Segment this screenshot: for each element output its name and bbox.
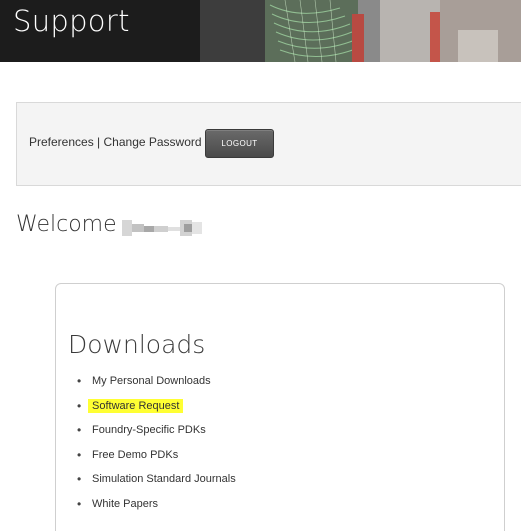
bullet-icon: • [77,423,82,437]
list-item: • Free Demo PDKs [77,447,236,472]
bullet-icon: • [77,472,82,486]
preferences-link[interactable]: Preferences [29,135,94,149]
white-papers-link[interactable]: White Papers [92,498,158,510]
redacted-username [122,218,206,240]
account-links: Preferences | Change Password [29,135,202,149]
support-page: Support Preferences | Change Password LO… [0,0,521,531]
link-separator: | [93,135,104,149]
banner-title: Support [13,4,130,38]
my-personal-downloads-link[interactable]: My Personal Downloads [92,375,211,387]
welcome-heading: Welcome [16,212,117,237]
free-demo-pdks-link[interactable]: Free Demo PDKs [92,449,178,461]
logout-button[interactable]: LOGOUT [205,129,274,158]
downloads-title: Downloads [68,330,206,359]
foundry-specific-pdks-link[interactable]: Foundry-Specific PDKs [92,424,206,436]
list-item: • My Personal Downloads [77,373,236,398]
simulation-standard-journals-link[interactable]: Simulation Standard Journals [92,473,236,485]
support-banner: Support [0,0,521,62]
list-item: • White Papers [77,496,236,521]
change-password-link[interactable]: Change Password [104,135,202,149]
bullet-icon: • [77,374,82,388]
account-bar: Preferences | Change Password LOGOUT [16,102,521,186]
bullet-icon: • [77,496,82,511]
downloads-card: Downloads • My Personal Downloads • Soft… [55,283,505,531]
downloads-list: • My Personal Downloads • Software Reque… [77,373,236,520]
software-request-link[interactable]: Software Request [88,398,184,413]
pixelated-name-graphic [122,220,202,236]
list-item: • Software Request [77,398,236,423]
bullet-icon: • [77,398,82,413]
list-item: • Simulation Standard Journals [77,471,236,496]
bullet-icon: • [77,447,82,462]
list-item: • Foundry-Specific PDKs [77,422,236,447]
